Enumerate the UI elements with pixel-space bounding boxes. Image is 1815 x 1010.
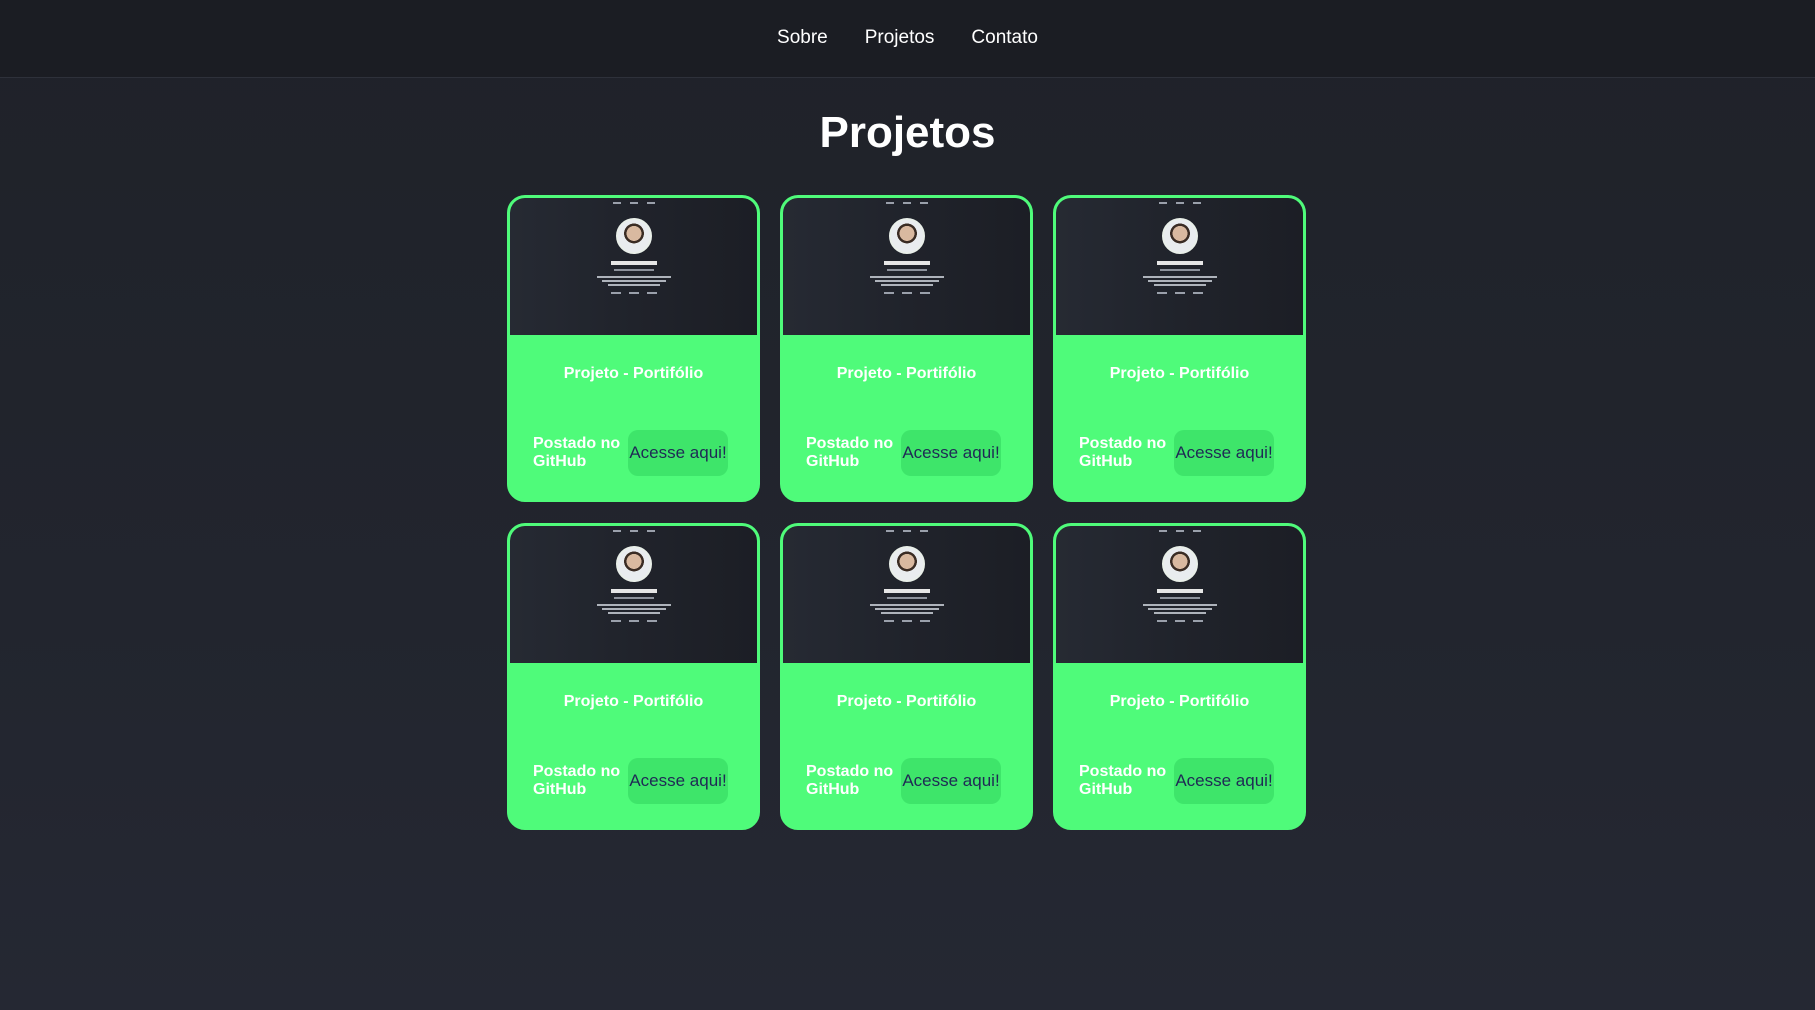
project-thumbnail[interactable] — [1056, 526, 1303, 663]
project-title: Projeto - Portifólio — [1109, 365, 1250, 382]
projects-grid: Projeto - Portifólio Postado no GitHub A… — [507, 195, 1306, 830]
access-button[interactable]: Acesse aqui! — [901, 758, 1001, 804]
thumbnail-name — [1056, 261, 1303, 265]
thumbnail-text — [1056, 604, 1303, 614]
thumbnail-subtitle — [510, 597, 757, 599]
thumbnail-name — [783, 261, 1030, 265]
thumbnail-text — [510, 604, 757, 614]
thumbnail-links — [510, 620, 757, 622]
thumbnail-avatar — [1162, 546, 1198, 582]
top-navbar: Sobre Projetos Contato — [0, 0, 1815, 78]
thumbnail-subtitle — [783, 269, 1030, 271]
thumbnail-nav — [1056, 202, 1303, 204]
project-card: Projeto - Portifólio Postado no GitHub A… — [1053, 523, 1306, 830]
thumbnail-links — [1056, 620, 1303, 622]
thumbnail-links — [510, 292, 757, 294]
project-footer: Postado no GitHub Acesse aqui! — [533, 758, 728, 804]
thumbnail-name — [1056, 589, 1303, 593]
thumbnail-text — [783, 276, 1030, 286]
project-title: Projeto - Portifólio — [1109, 693, 1250, 710]
thumbnail-name — [510, 589, 757, 593]
thumbnail-avatar — [616, 546, 652, 582]
thumbnail-subtitle — [783, 597, 1030, 599]
thumbnail-name — [510, 261, 757, 265]
posted-label: Postado no GitHub — [1079, 763, 1167, 798]
thumbnail-subtitle — [1056, 597, 1303, 599]
project-thumbnail[interactable] — [510, 198, 757, 335]
project-thumbnail[interactable] — [783, 198, 1030, 335]
access-button[interactable]: Acesse aqui! — [628, 430, 728, 476]
thumbnail-links — [1056, 292, 1303, 294]
project-thumbnail[interactable] — [1056, 198, 1303, 335]
thumbnail-nav — [1056, 530, 1303, 532]
posted-label: Postado no GitHub — [533, 763, 621, 798]
project-card: Projeto - Portifólio Postado no GitHub A… — [507, 523, 760, 830]
access-button[interactable]: Acesse aqui! — [1174, 430, 1274, 476]
thumbnail-text — [510, 276, 757, 286]
project-title: Projeto - Portifólio — [836, 365, 977, 382]
thumbnail-nav — [783, 202, 1030, 204]
project-title: Projeto - Portifólio — [563, 365, 704, 382]
project-title: Projeto - Portifólio — [836, 693, 977, 710]
thumbnail-links — [783, 620, 1030, 622]
thumbnail-nav — [510, 530, 757, 532]
page-title: Projetos — [819, 108, 996, 157]
thumbnail-nav — [783, 530, 1030, 532]
thumbnail-subtitle — [1056, 269, 1303, 271]
thumbnail-avatar — [1162, 218, 1198, 254]
access-button[interactable]: Acesse aqui! — [901, 430, 1001, 476]
access-button[interactable]: Acesse aqui! — [628, 758, 728, 804]
project-title: Projeto - Portifólio — [563, 693, 704, 710]
posted-label: Postado no GitHub — [1079, 435, 1167, 470]
thumbnail-avatar — [889, 546, 925, 582]
project-card: Projeto - Portifólio Postado no GitHub A… — [507, 195, 760, 502]
thumbnail-avatar — [616, 218, 652, 254]
posted-label: Postado no GitHub — [533, 435, 621, 470]
thumbnail-subtitle — [510, 269, 757, 271]
nav-link-sobre[interactable]: Sobre — [777, 27, 828, 49]
project-card: Projeto - Portifólio Postado no GitHub A… — [780, 195, 1033, 502]
project-footer: Postado no GitHub Acesse aqui! — [1079, 430, 1274, 476]
project-footer: Postado no GitHub Acesse aqui! — [806, 758, 1001, 804]
project-footer: Postado no GitHub Acesse aqui! — [806, 430, 1001, 476]
project-footer: Postado no GitHub Acesse aqui! — [533, 430, 728, 476]
posted-label: Postado no GitHub — [806, 763, 894, 798]
project-card: Projeto - Portifólio Postado no GitHub A… — [1053, 195, 1306, 502]
nav-link-contato[interactable]: Contato — [971, 27, 1038, 49]
thumbnail-text — [1056, 276, 1303, 286]
project-thumbnail[interactable] — [783, 526, 1030, 663]
thumbnail-text — [783, 604, 1030, 614]
thumbnail-name — [783, 589, 1030, 593]
project-footer: Postado no GitHub Acesse aqui! — [1079, 758, 1274, 804]
posted-label: Postado no GitHub — [806, 435, 894, 470]
project-thumbnail[interactable] — [510, 526, 757, 663]
access-button[interactable]: Acesse aqui! — [1174, 758, 1274, 804]
thumbnail-avatar — [889, 218, 925, 254]
thumbnail-links — [783, 292, 1030, 294]
project-card: Projeto - Portifólio Postado no GitHub A… — [780, 523, 1033, 830]
nav-link-projetos[interactable]: Projetos — [865, 27, 935, 49]
thumbnail-nav — [510, 202, 757, 204]
